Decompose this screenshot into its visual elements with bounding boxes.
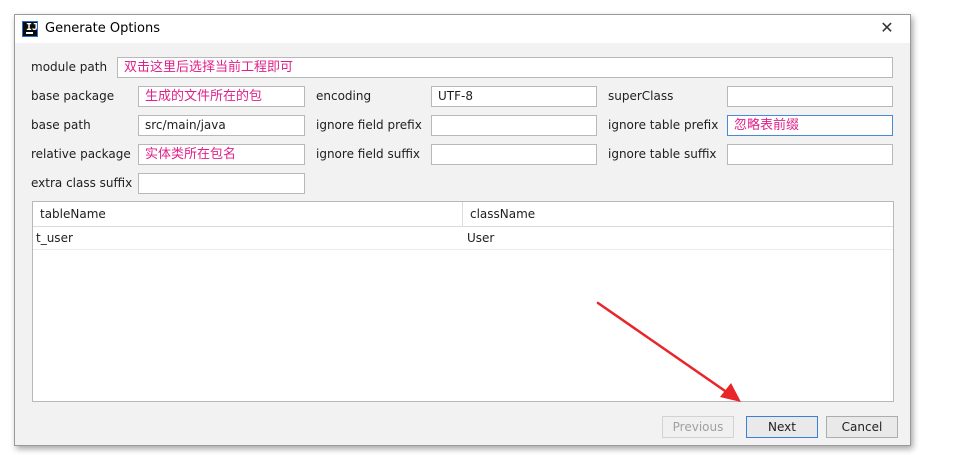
annotation-arrow-icon <box>596 301 741 402</box>
